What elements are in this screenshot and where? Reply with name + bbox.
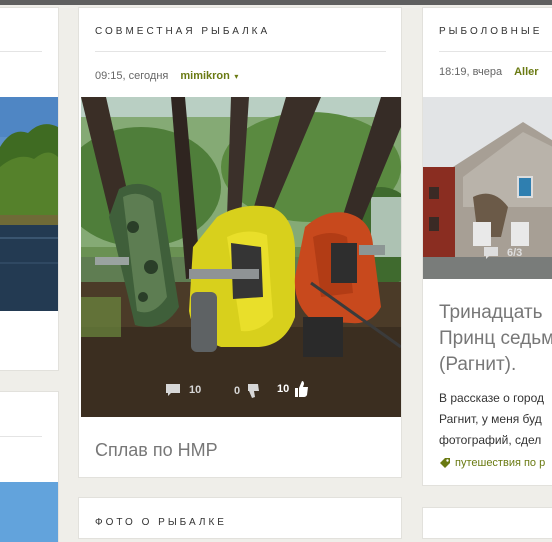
post-title[interactable]: Сплав по НМР xyxy=(95,440,218,461)
comments-count: 10 xyxy=(189,384,202,396)
bottom-center-card[interactable]: Фото о рыбалке xyxy=(79,498,401,538)
author-name[interactable]: Aller xyxy=(514,66,538,78)
card-title[interactable]: Фото о рыбалке xyxy=(95,517,227,528)
chevron-down-icon[interactable]: ▾ xyxy=(234,72,238,81)
card-divider xyxy=(95,51,386,52)
excerpt-line: В рассказе о город xyxy=(439,391,544,405)
tag-label[interactable]: путешествия по р xyxy=(455,457,545,469)
post-title-line[interactable]: Принц седьм xyxy=(439,326,552,352)
comment-icon xyxy=(166,384,180,396)
post-excerpt: В рассказе о город Рагнит, у меня буд фо… xyxy=(439,388,544,451)
thumbs-down-icon[interactable] xyxy=(246,383,260,399)
card-title[interactable]: Совместная рыбалка xyxy=(95,26,270,37)
post-title-line[interactable]: (Рагнит). xyxy=(439,352,552,378)
top-bar xyxy=(0,0,552,5)
post-title-line[interactable]: Тринадцать xyxy=(439,300,552,326)
card-title[interactable]: Рыболовные xyxy=(439,26,542,37)
photo-count: 6/3 xyxy=(507,247,523,259)
excerpt-line: фотографий, сдел xyxy=(439,433,542,447)
likes-count: 10 xyxy=(277,383,290,395)
boats-photo xyxy=(81,97,401,417)
post-time: 18:19, вчера xyxy=(439,66,503,78)
photo-counter[interactable]: 6/3 xyxy=(483,246,522,260)
photos-icon xyxy=(484,247,498,259)
comments-stat[interactable]: 10 xyxy=(165,383,201,397)
left-card-photo[interactable] xyxy=(0,97,58,311)
card-divider xyxy=(439,51,552,52)
dislikes-count: 0 xyxy=(234,385,241,397)
excerpt-line: Рагнит, у меня буд xyxy=(439,412,542,426)
author-link[interactable]: mimikron ▾ xyxy=(180,66,238,84)
tag-icon xyxy=(440,458,450,468)
right-card[interactable]: Рыболовные 18:19, вчера Aller 6/3 Тринад… xyxy=(423,8,552,485)
left-card-top[interactable] xyxy=(0,8,58,370)
author-name[interactable]: mimikron xyxy=(180,70,230,82)
left-card-bottom-photo[interactable] xyxy=(0,482,58,542)
post-tag[interactable]: путешествия по р xyxy=(439,457,545,469)
right-card-bottom[interactable] xyxy=(423,508,552,538)
post-title[interactable]: Тринадцать Принц седьм (Рагнит). xyxy=(439,300,552,378)
card-divider xyxy=(0,436,42,437)
card-divider xyxy=(0,51,42,52)
post-photo[interactable] xyxy=(81,97,401,417)
left-card-bottom[interactable] xyxy=(0,392,58,542)
like-stat[interactable]: 10 xyxy=(277,380,309,398)
center-card[interactable]: Совместная рыбалка 09:15, сегодня mimikr… xyxy=(79,8,401,477)
post-time: 09:15, сегодня xyxy=(95,70,169,82)
thumbs-up-icon[interactable] xyxy=(293,380,309,398)
left-landscape-photo xyxy=(0,97,58,311)
dislike-stat[interactable]: 0 xyxy=(234,383,260,399)
